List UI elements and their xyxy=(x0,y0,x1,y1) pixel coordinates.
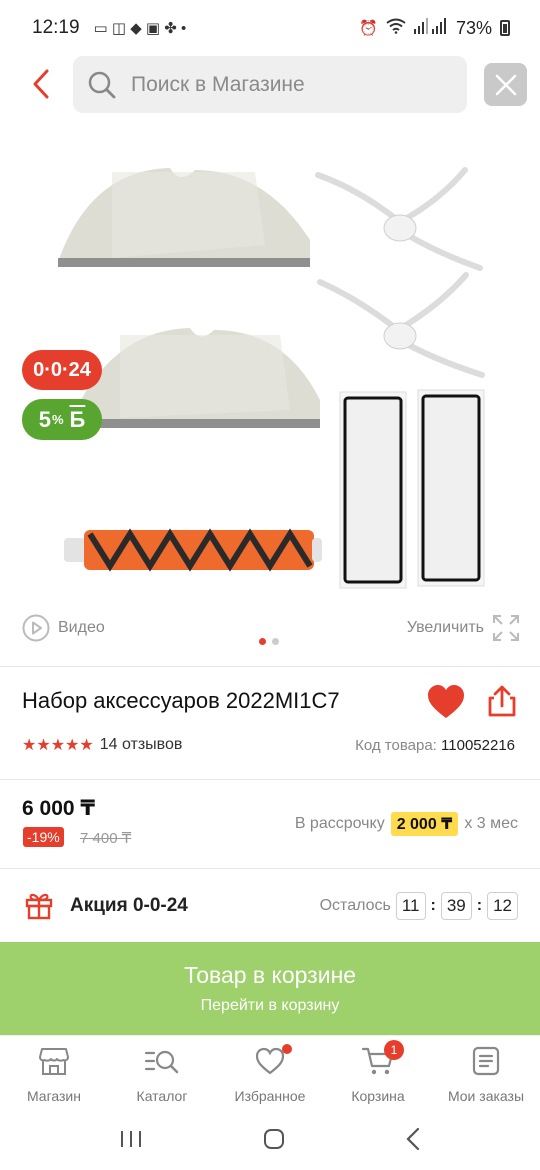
nav-label: Магазин xyxy=(26,1088,81,1104)
home-button[interactable] xyxy=(262,1127,286,1156)
wifi-icon xyxy=(386,18,406,38)
bonus-unit: % xyxy=(51,412,64,427)
back-system-button[interactable] xyxy=(405,1127,421,1156)
status-bar: 12:19 ▭ ◫ ◆ ▣ ✤ • ⏰ 73% xyxy=(0,0,540,56)
go-to-cart-button[interactable]: Товар в корзине Перейти в корзину xyxy=(0,942,540,1035)
heart-filled-icon xyxy=(428,685,464,718)
recent-apps-button[interactable] xyxy=(119,1129,143,1154)
installment-suffix: х 3 мес xyxy=(464,815,518,832)
status-right: ⏰ 73% xyxy=(359,18,510,39)
promo-countdown: Осталось 11 : 39 : 12 xyxy=(320,892,518,920)
nav-item-favorites[interactable]: Избранное xyxy=(216,1036,324,1111)
battery-percent: 73% xyxy=(455,17,492,38)
expand-icon xyxy=(493,615,519,641)
cart-button-title: Товар в корзине xyxy=(183,962,357,988)
current-price: 6 000 ₸ xyxy=(22,797,95,820)
nav-item-store[interactable]: Магазин xyxy=(0,1036,108,1111)
search-header: Поиск в Магазине xyxy=(0,56,540,114)
cart-count-badge: 1 xyxy=(384,1040,404,1060)
bonus-value: 5 xyxy=(38,406,51,432)
product-rating: ★★★★★ 14 отзывов xyxy=(22,735,182,755)
share-button[interactable] xyxy=(486,684,518,723)
heart-outline-icon xyxy=(255,1047,285,1075)
orders-list-icon xyxy=(472,1046,500,1076)
share-icon xyxy=(488,685,516,717)
divider xyxy=(0,779,540,780)
zoom-label: Увеличить xyxy=(406,619,484,636)
notification-icons: ▭ ◫ ◆ ▣ ✤ • xyxy=(93,20,187,37)
home-icon xyxy=(263,1128,284,1149)
video-button[interactable]: Видео xyxy=(22,614,105,642)
divider xyxy=(0,868,540,869)
bonus-symbol: Б xyxy=(69,406,86,432)
play-circle-icon xyxy=(22,614,50,642)
back-chevron-icon xyxy=(406,1127,419,1150)
timer-label: Осталось xyxy=(319,897,391,914)
zoom-button[interactable]: Увеличить xyxy=(407,614,520,642)
timer-minutes: 39 xyxy=(440,892,472,920)
alarm-icon: ⏰ xyxy=(359,20,378,37)
discount-badge: -19% xyxy=(23,827,64,847)
rating-stars-icon: ★★★★★ xyxy=(22,737,94,754)
gallery-pagination xyxy=(259,638,279,645)
catalog-search-icon xyxy=(144,1050,179,1074)
search-placeholder: Поиск в Магазине xyxy=(131,72,305,96)
system-navigation xyxy=(0,1112,540,1170)
old-price: 7 400 ₸ xyxy=(80,830,132,847)
installment-amount: 2 000 ₸ xyxy=(390,812,459,836)
close-button[interactable] xyxy=(484,63,527,106)
promo-title: Акция 0-0-24 xyxy=(70,895,188,916)
sku-value: 110052216 xyxy=(441,737,515,754)
timer-seconds: 12 xyxy=(487,892,518,920)
close-icon xyxy=(495,74,516,95)
nav-label: Мои заказы xyxy=(447,1088,525,1104)
bottom-navigation: Магазин Каталог Избранное 1 Корзина Мои … xyxy=(0,1035,540,1111)
gift-icon xyxy=(24,890,54,925)
search-icon xyxy=(88,71,116,98)
timer-separator: : xyxy=(476,897,483,914)
installment-info[interactable]: В рассрочку 2 000 ₸ х 3 мес xyxy=(295,812,518,836)
video-label: Видео xyxy=(58,619,105,636)
status-time: 12:19 xyxy=(32,17,80,38)
product-title: Набор аксессуаров 2022MI1C7 xyxy=(22,688,340,713)
chevron-left-icon xyxy=(33,69,49,99)
nav-label: Каталог xyxy=(136,1088,188,1104)
back-button[interactable] xyxy=(22,64,60,104)
pagination-dot-active xyxy=(259,638,266,645)
cart-button-subtitle: Перейти в корзину xyxy=(200,997,340,1014)
recent-apps-icon xyxy=(121,1130,142,1147)
timer-hours: 11 xyxy=(395,892,426,920)
nav-item-catalog[interactable]: Каталог xyxy=(108,1036,216,1111)
nav-label: Корзина xyxy=(351,1088,405,1104)
divider xyxy=(0,666,540,667)
product-gallery[interactable]: 0·0·24 5% Б Видео Увеличить xyxy=(0,130,540,650)
reviews-link[interactable]: 14 отзывов xyxy=(100,736,183,754)
bonus-badge: 5% Б xyxy=(22,399,102,440)
installment-prefix: В рассрочку xyxy=(294,815,385,832)
search-input[interactable]: Поиск в Магазине xyxy=(73,56,467,113)
nav-item-orders[interactable]: Мои заказы xyxy=(432,1036,540,1111)
pagination-dot xyxy=(272,638,279,645)
status-left: 12:19 ▭ ◫ ◆ ▣ ✤ • xyxy=(32,17,186,39)
signal-icon xyxy=(413,18,448,38)
promo-badge: 0·0·24 xyxy=(22,350,102,390)
product-sku: Код товара: 110052216 xyxy=(355,737,515,754)
sku-label: Код товара: xyxy=(355,737,437,754)
favorites-indicator-dot xyxy=(282,1044,292,1054)
battery-icon xyxy=(500,20,510,36)
favorite-button[interactable] xyxy=(426,684,466,725)
timer-separator: : xyxy=(430,897,436,914)
store-icon xyxy=(39,1048,69,1075)
nav-item-cart[interactable]: 1 Корзина xyxy=(324,1036,432,1111)
nav-label: Избранное xyxy=(234,1088,306,1104)
